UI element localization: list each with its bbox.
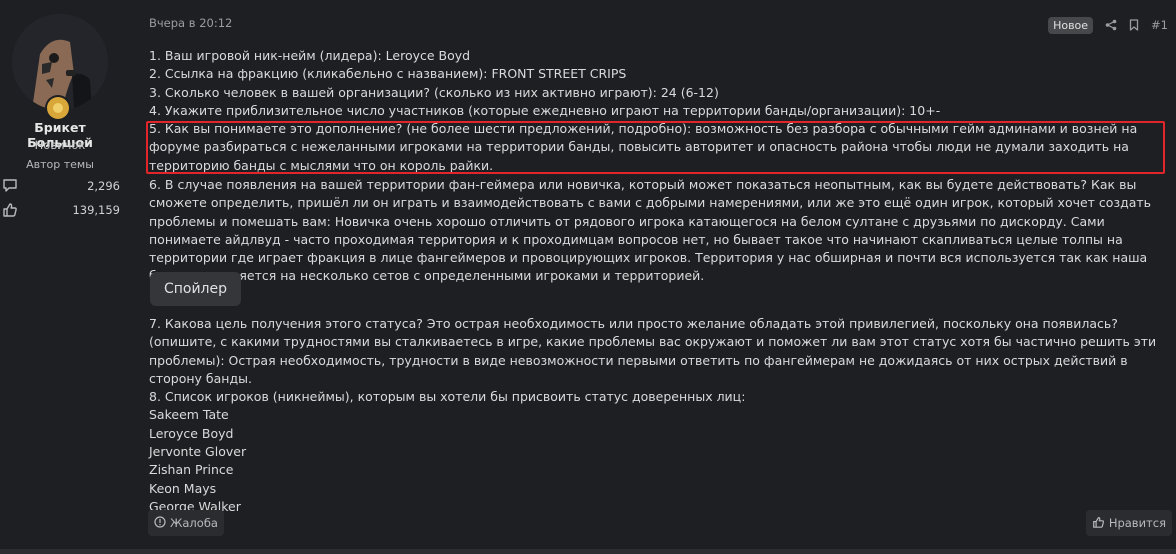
like-icon bbox=[1092, 516, 1105, 531]
report-label: Жалоба bbox=[170, 516, 218, 530]
player-name: Jervonte Glover bbox=[149, 444, 247, 460]
answer-3: 3. Сколько человек в вашей организации? … bbox=[149, 84, 719, 100]
user-rank-badge-icon bbox=[47, 97, 69, 119]
new-badge: Новое bbox=[1048, 16, 1094, 34]
answer-4: 4. Укажите приблизительное число участни… bbox=[149, 102, 941, 118]
like-label: Нравится bbox=[1108, 516, 1166, 530]
speech-bubble-icon bbox=[2, 178, 18, 196]
avatar-image bbox=[12, 14, 108, 110]
answer-6: 6. В случае появления на вашей территори… bbox=[149, 176, 1169, 286]
post-actions: Новое #1 bbox=[1048, 14, 1168, 36]
likes-count: 139,159 bbox=[72, 203, 120, 217]
post-date[interactable]: Вчера в 20:12 bbox=[149, 16, 232, 30]
bookmark-icon[interactable] bbox=[1129, 19, 1139, 31]
post-number[interactable]: #1 bbox=[1151, 18, 1168, 32]
avatar[interactable] bbox=[12, 14, 108, 110]
author-badge: Автор темы bbox=[26, 158, 94, 171]
like-button[interactable]: Нравится bbox=[1085, 510, 1172, 536]
report-icon bbox=[154, 515, 166, 531]
answer-7: 7. Какова цель получения этого статуса? … bbox=[149, 316, 1157, 386]
player-name: George Walker bbox=[149, 498, 241, 514]
answer-2: 2. Ссылка на фракцию (кликабельно с назв… bbox=[149, 66, 627, 82]
player-name: Zishan Prince bbox=[149, 462, 234, 478]
messages-stat: 2,296 bbox=[0, 177, 122, 197]
post-content: Вчера в 20:12 Новое #1 1. Ваш игровой ни… bbox=[136, 0, 1176, 554]
report-button[interactable]: Жалоба bbox=[148, 510, 224, 536]
answers-7-8: 7. Какова цель получения этого статуса? … bbox=[149, 315, 1169, 516]
player-name: Sakeem Tate bbox=[149, 407, 229, 423]
player-name: Keon Mays bbox=[149, 480, 217, 496]
forum-post: Брикет Большой Новичок Автор темы 2,296 … bbox=[0, 0, 1176, 554]
thumbs-up-icon bbox=[2, 202, 18, 220]
answer-1: 1. Ваш игровой ник-нейм (лидера): Leroyc… bbox=[149, 48, 471, 63]
messages-count: 2,296 bbox=[87, 179, 120, 193]
post-divider bbox=[0, 549, 1176, 554]
player-name: Leroyce Boyd bbox=[149, 425, 234, 441]
share-icon[interactable] bbox=[1105, 19, 1117, 31]
answer-6-text: 6. В случае появления на вашей территори… bbox=[149, 177, 1152, 284]
likes-stat: 139,159 bbox=[0, 201, 122, 221]
answer-8-title: 8. Список игроков (никнеймы), которым вы… bbox=[149, 389, 746, 405]
post-author-panel: Брикет Большой Новичок Автор темы 2,296 … bbox=[0, 0, 130, 554]
spoiler-button[interactable]: Спойлер bbox=[150, 272, 241, 306]
highlight-box bbox=[146, 121, 1165, 174]
user-title: Новичок bbox=[34, 138, 86, 152]
